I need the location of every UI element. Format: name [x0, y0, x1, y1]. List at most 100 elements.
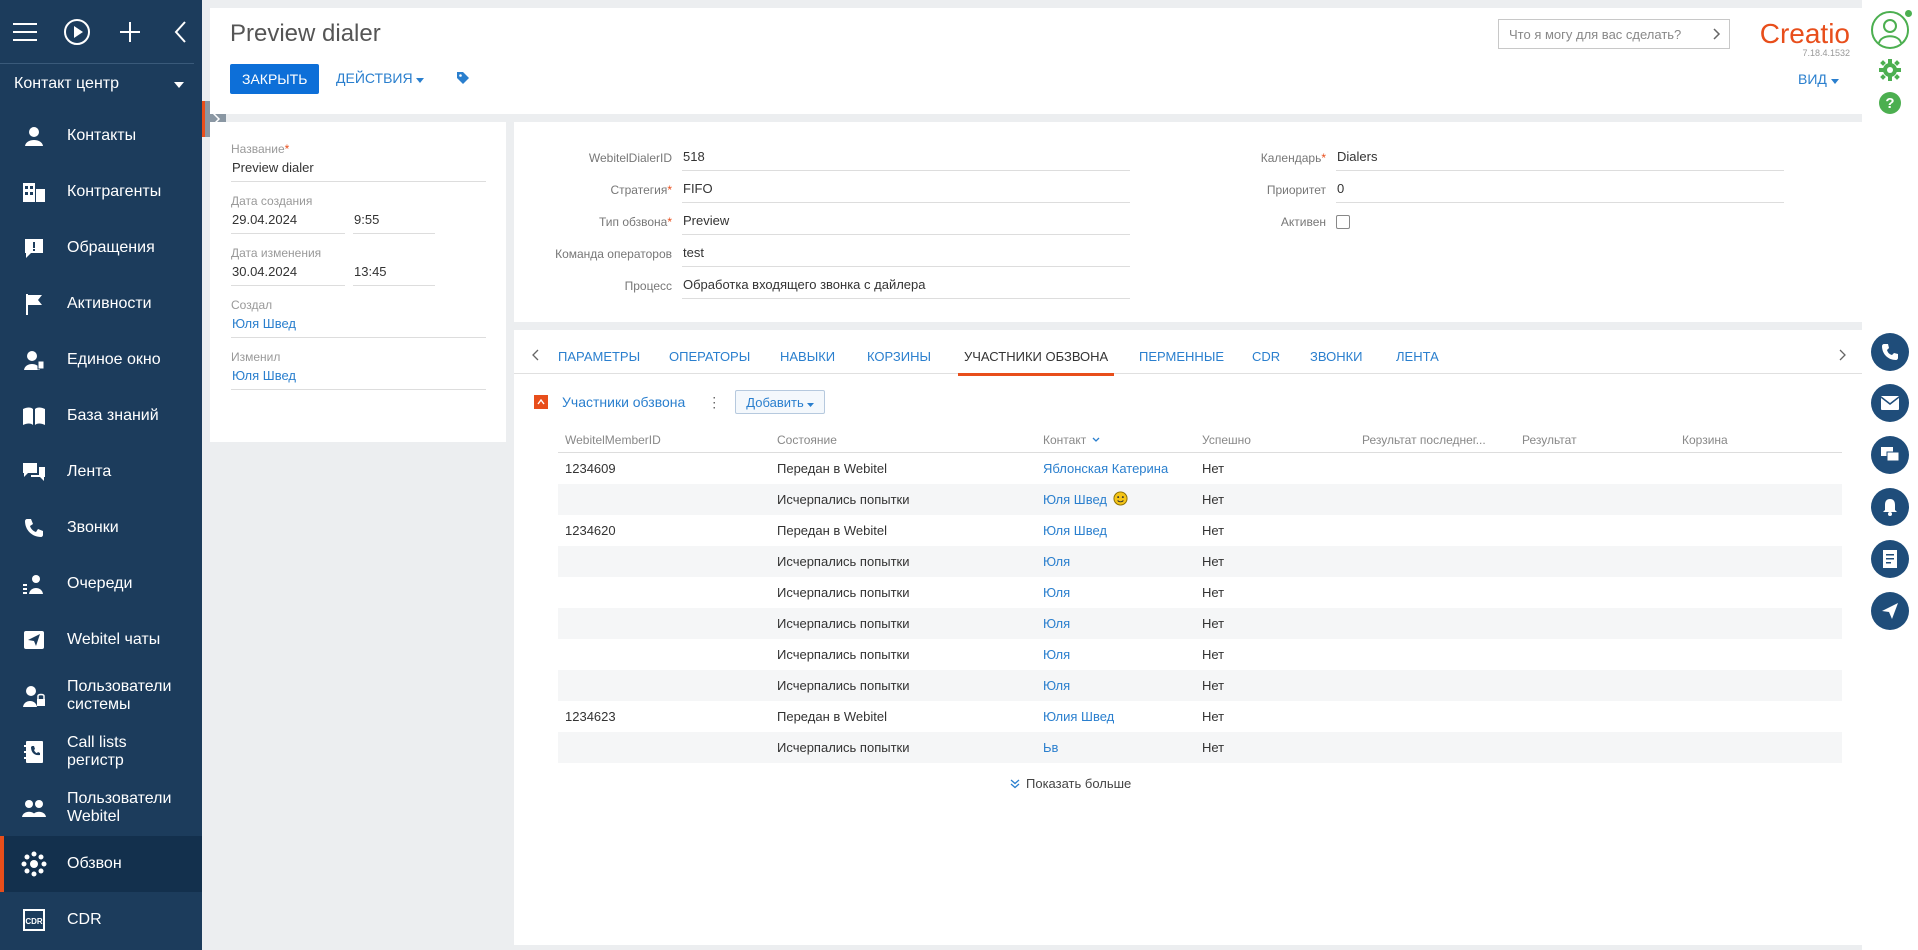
sidebar-item[interactable]: База знаний: [0, 388, 202, 444]
contact-link[interactable]: Юля: [1043, 616, 1070, 631]
phone-panel-button[interactable]: [1871, 333, 1909, 371]
sidebar-item[interactable]: Обзвон: [0, 836, 202, 892]
sidebar-item-label: Call lists регистр: [67, 734, 127, 769]
column-header[interactable]: Успешно: [1195, 427, 1355, 452]
menu-icon[interactable]: [12, 18, 37, 46]
gear-icon[interactable]: [1878, 58, 1902, 85]
collapse-sidebar-icon[interactable]: [169, 18, 194, 46]
modified-by-link[interactable]: Юля Швед: [231, 364, 486, 390]
sidebar-item[interactable]: Обращения: [0, 220, 202, 276]
column-header[interactable]: Контакт: [1036, 427, 1195, 452]
table-row[interactable]: Исчерпались попытки Юля Нет: [558, 577, 1842, 608]
tab-parameters[interactable]: ПАРАМЕТРЫ: [558, 349, 640, 364]
name-field[interactable]: Preview dialer: [231, 156, 486, 182]
column-header[interactable]: Корзина: [1675, 427, 1842, 452]
contact-link[interactable]: Юля Швед: [1043, 492, 1107, 507]
add-member-button[interactable]: Добавить: [735, 390, 826, 414]
tab-buckets[interactable]: КОРЗИНЫ: [867, 349, 931, 364]
contact-link[interactable]: Юлия Швед: [1043, 709, 1114, 724]
strategy-field[interactable]: FIFO: [682, 177, 1130, 203]
view-button[interactable]: ВИД: [1798, 71, 1839, 87]
operator-team-field[interactable]: test: [682, 241, 1130, 267]
table-row[interactable]: Исчерпались попытки Юля Нет: [558, 639, 1842, 670]
email-panel-button[interactable]: [1871, 384, 1909, 422]
phone-book-icon: [20, 738, 48, 766]
add-icon[interactable]: [117, 18, 142, 46]
chat-panel-button[interactable]: [1871, 436, 1909, 474]
column-header[interactable]: Результат: [1515, 427, 1675, 452]
members-detail-title[interactable]: Участники обзвона: [562, 394, 685, 410]
dialer-type-field[interactable]: Preview: [682, 209, 1130, 235]
svg-text:?: ?: [1885, 95, 1894, 112]
table-row[interactable]: Исчерпались попытки Ьв Нет: [558, 732, 1842, 763]
column-header[interactable]: Результат последнег...: [1355, 427, 1515, 452]
table-row[interactable]: 1234620 Передан в Webitel Юля Швед Нет: [558, 515, 1842, 546]
tag-icon[interactable]: [456, 71, 470, 88]
contact-link[interactable]: Юля: [1043, 554, 1070, 569]
calendar-field[interactable]: Dialers: [1336, 145, 1784, 171]
sidebar-item[interactable]: Единое окно: [0, 332, 202, 388]
table-row[interactable]: Исчерпались попытки Юля Швед Нет: [558, 484, 1842, 515]
tab-feed[interactable]: ЛЕНТА: [1396, 349, 1439, 364]
tab-variables[interactable]: ПЕРМЕННЫЕ: [1139, 349, 1224, 364]
active-checkbox[interactable]: [1336, 215, 1350, 229]
tab-operators[interactable]: ОПЕРАТОРЫ: [669, 349, 750, 364]
table-row[interactable]: 1234623 Передан в Webitel Юлия Швед Нет: [558, 701, 1842, 732]
column-header[interactable]: WebitelMemberID: [558, 427, 770, 452]
contact-link[interactable]: Яблонская Катерина: [1043, 461, 1168, 476]
user-lock-icon: [20, 682, 48, 710]
sidebar-item[interactable]: Очереди: [0, 556, 202, 612]
sidebar-item[interactable]: Контакты: [0, 108, 202, 164]
close-button[interactable]: ЗАКРЫТЬ: [230, 64, 320, 94]
play-icon[interactable]: [63, 18, 91, 46]
sidebar-item[interactable]: Контрагенты: [0, 164, 202, 220]
actions-button[interactable]: ДЕЙСТВИЯ: [336, 70, 425, 86]
sidebar-item[interactable]: Webitel чаты: [0, 612, 202, 668]
user-avatar[interactable]: [1871, 11, 1909, 49]
created-by-link[interactable]: Юля Швед: [231, 312, 486, 338]
tab-dialer-members[interactable]: УЧАСТНИКИ ОБЗВОНА: [957, 349, 1115, 376]
contact-link[interactable]: Юля Швед: [1043, 523, 1107, 538]
sidebar-item[interactable]: Call lists регистр: [0, 724, 202, 780]
priority-field[interactable]: 0: [1336, 177, 1784, 203]
table-row[interactable]: 1234609 Передан в Webitel Яблонская Катери…: [558, 453, 1842, 484]
brand-logo: Creatio 7.18.4.1532: [1750, 18, 1850, 68]
contact-link[interactable]: Юля: [1043, 585, 1070, 600]
sidebar-item[interactable]: Пользователи Webitel: [0, 780, 202, 836]
webitel-panel-button[interactable]: [1871, 592, 1909, 630]
page-header: Preview dialer ЗАКРЫТЬ ДЕЙСТВИЯ Что я мо…: [210, 8, 1862, 114]
state-cell: Исчерпались попытки: [777, 492, 910, 507]
modified-date-label: Дата изменения: [231, 246, 322, 260]
show-more-button[interactable]: Показать больше: [1010, 776, 1131, 791]
process-field[interactable]: Обработка входящего звонка с дайлера: [682, 273, 1130, 299]
help-icon[interactable]: ?: [1878, 91, 1902, 118]
contact-link[interactable]: Ьв: [1043, 740, 1058, 755]
chevron-right-icon[interactable]: [1838, 348, 1846, 364]
feed-panel-button[interactable]: [1871, 540, 1909, 578]
dialer-id-field[interactable]: 518: [682, 145, 1130, 171]
notifications-button[interactable]: [1871, 488, 1909, 526]
collapse-detail-toggle[interactable]: [534, 395, 548, 409]
success-cell: Нет: [1202, 647, 1225, 662]
sidebar-item[interactable]: Активности: [0, 276, 202, 332]
contact-link[interactable]: Юля: [1043, 647, 1070, 662]
command-search-input[interactable]: Что я могу для вас сделать?: [1498, 19, 1730, 49]
column-header[interactable]: Состояние: [770, 427, 1036, 452]
table-row[interactable]: Исчерпались попытки Юля Нет: [558, 546, 1842, 577]
right-rail: ?: [1862, 0, 1918, 950]
sidebar-item[interactable]: Пользователи системы: [0, 668, 202, 724]
caret-down-icon: [1830, 71, 1839, 87]
sidebar-item[interactable]: Лента: [0, 444, 202, 500]
contact-link[interactable]: Юля: [1043, 678, 1070, 693]
sidebar-item[interactable]: CDR CDR: [0, 892, 202, 948]
tab-skills[interactable]: НАВЫКИ: [780, 349, 835, 364]
table-row[interactable]: Исчерпались попытки Юля Нет: [558, 608, 1842, 639]
success-cell: Нет: [1202, 523, 1225, 538]
tab-calls[interactable]: ЗВОНКИ: [1310, 349, 1363, 364]
workplace-selector[interactable]: Контакт центр: [0, 64, 202, 104]
table-row[interactable]: Исчерпались попытки Юля Нет: [558, 670, 1842, 701]
sidebar-item[interactable]: Звонки: [0, 500, 202, 556]
chevron-left-icon[interactable]: [532, 348, 540, 364]
more-options-icon[interactable]: ⋮: [707, 394, 721, 411]
tab-cdr[interactable]: CDR: [1252, 349, 1280, 364]
